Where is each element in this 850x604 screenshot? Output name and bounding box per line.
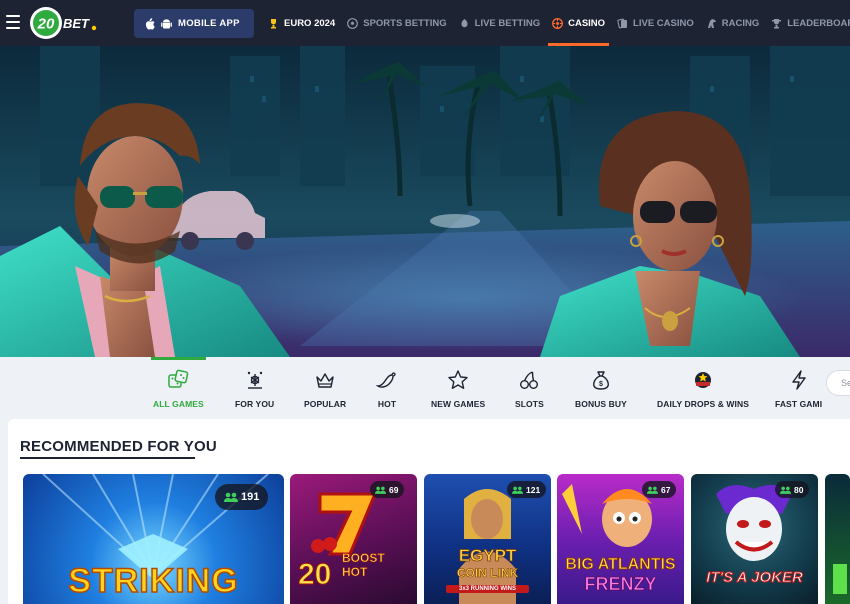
game-title-number: 20 xyxy=(297,558,332,592)
players-icon xyxy=(512,486,523,494)
category-new-games[interactable]: NEW GAMES xyxy=(431,357,485,419)
horse-icon xyxy=(707,18,716,28)
nav-label: LIVE CASINO xyxy=(633,17,694,29)
nav-item-euro-2024[interactable]: EURO 2024 xyxy=(262,0,341,46)
category-label: POPULAR xyxy=(304,399,347,409)
crown-icon xyxy=(316,373,334,388)
sparkle-icon xyxy=(247,371,262,389)
category-daily-drops-wins[interactable]: DAILY DROPS & WINS xyxy=(657,357,749,419)
logo[interactable]: 20 BET xyxy=(29,6,101,40)
game-card-20-boost-hot[interactable]: 69 20 BOOST HOT xyxy=(290,474,417,604)
lightning-icon xyxy=(791,370,806,390)
soccer-ball-icon xyxy=(347,17,359,29)
android-icon xyxy=(161,18,172,28)
cards-icon xyxy=(617,18,628,28)
player-count: 80 xyxy=(794,484,804,495)
game-title-line2: FRENZY xyxy=(584,574,657,595)
svg-text:BET: BET xyxy=(63,16,90,31)
category-label: FAST GAMI xyxy=(775,399,823,409)
nav-label: CASINO xyxy=(568,17,606,29)
player-count-badge: 191 xyxy=(215,484,269,510)
menu-icon[interactable] xyxy=(6,15,20,29)
nav-item-sports-betting[interactable]: SPORTS BETTING xyxy=(341,0,452,46)
search-input[interactable]: Se xyxy=(826,370,850,396)
svg-text:$: $ xyxy=(599,381,603,388)
category-hot[interactable]: HOT xyxy=(376,357,398,419)
game-title-line1: EGYPT xyxy=(458,546,517,566)
category-label: FOR YOU xyxy=(235,399,275,409)
section-title-underline xyxy=(20,457,195,459)
top-nav: 20 BET MOBILE APP EURO 2024 SPORTS BETTI… xyxy=(0,0,850,46)
player-count-badge: 80 xyxy=(775,481,810,498)
game-title-line2: COIN LINK xyxy=(456,566,519,581)
hero-banner[interactable] xyxy=(0,46,850,357)
category-label: HOT xyxy=(377,399,397,409)
player-count: 69 xyxy=(389,484,399,495)
game-title: STRIKING xyxy=(68,561,239,601)
mobile-app-button[interactable]: MOBILE APP xyxy=(134,9,254,38)
category-popular[interactable]: POPULAR xyxy=(304,357,346,419)
game-card-striking[interactable]: 191 STRIKING xyxy=(23,474,284,604)
player-count: 67 xyxy=(661,484,671,495)
game-subtitle: 3x3 RUNNING WINS xyxy=(446,585,529,593)
nav-item-live-casino[interactable]: LIVE CASINO xyxy=(611,0,700,46)
game-title: BOOST HOT xyxy=(342,551,385,580)
live-icon xyxy=(461,18,468,27)
category-all-games[interactable]: ALL GAMES xyxy=(151,357,206,419)
game-artwork xyxy=(833,564,847,594)
game-card-its-a-joker[interactable]: 80 IT'S A JOKER xyxy=(691,474,818,604)
drops-wins-icon xyxy=(695,372,711,388)
category-label: NEW GAMES xyxy=(431,399,486,409)
category-label: ALL GAMES xyxy=(153,399,204,409)
star-icon xyxy=(448,370,468,389)
category-bar: ALL GAMES FOR YOU POPULAR HOT NEW GAMES … xyxy=(0,357,850,419)
nav-item-live-betting[interactable]: LIVE BETTING xyxy=(453,0,546,46)
player-count-badge: 121 xyxy=(507,481,547,498)
player-count-badge: 69 xyxy=(370,481,405,498)
nav-item-racing[interactable]: RACING xyxy=(700,0,765,46)
category-bonus-buy[interactable]: $ BONUS BUY xyxy=(575,357,627,419)
category-label: DAILY DROPS & WINS xyxy=(657,399,750,409)
roulette-icon xyxy=(552,17,564,29)
section-title: RECOMMENDED FOR YOU xyxy=(20,438,217,455)
category-label: SLOTS xyxy=(515,399,544,409)
category-label: BONUS BUY xyxy=(575,399,627,409)
game-card-big-atlantis-frenzy[interactable]: 67 BIG ATLANTIS FRENZY xyxy=(557,474,684,604)
nav-label: LIVE BETTING xyxy=(474,17,541,29)
players-icon xyxy=(647,486,658,494)
players-icon xyxy=(224,492,238,502)
category-fast-games[interactable]: FAST GAMI xyxy=(775,357,822,419)
players-icon xyxy=(375,486,386,494)
game-title: IT'S A JOKER xyxy=(706,569,804,587)
player-count: 191 xyxy=(241,491,260,503)
nav-item-leaderboards[interactable]: LEADERBOARDS xyxy=(765,0,850,46)
player-count: 121 xyxy=(526,484,541,495)
nav-label: SPORTS BETTING xyxy=(363,17,447,29)
dice-icon xyxy=(168,369,189,388)
category-for-you[interactable]: FOR YOU xyxy=(235,357,274,419)
trophy-icon xyxy=(271,18,276,28)
category-slots[interactable]: SLOTS xyxy=(515,357,544,419)
game-title-line1: BIG ATLANTIS xyxy=(565,556,676,574)
nav-label: LEADERBOARDS xyxy=(787,17,850,29)
game-card-egypt-coin-link[interactable]: 121 EGYPT COIN LINK 3x3 RUNNING WINS xyxy=(424,474,551,604)
main-menu: EURO 2024 SPORTS BETTING LIVE BETTING CA… xyxy=(262,0,850,46)
ranking-icon xyxy=(772,18,782,28)
nav-item-casino[interactable]: CASINO xyxy=(546,0,611,46)
apple-icon xyxy=(145,17,155,29)
money-bag-icon: $ xyxy=(593,371,609,390)
game-card-partial[interactable] xyxy=(825,474,850,604)
chili-icon xyxy=(376,372,396,388)
nav-label: RACING xyxy=(721,17,760,29)
players-icon xyxy=(780,486,791,494)
svg-text:20: 20 xyxy=(37,16,55,33)
hero-artwork xyxy=(0,46,850,357)
nav-label: EURO 2024 xyxy=(284,17,336,29)
mobile-app-label: MOBILE APP xyxy=(178,18,240,29)
player-count-badge: 67 xyxy=(642,481,677,498)
cherry-icon xyxy=(520,371,539,389)
